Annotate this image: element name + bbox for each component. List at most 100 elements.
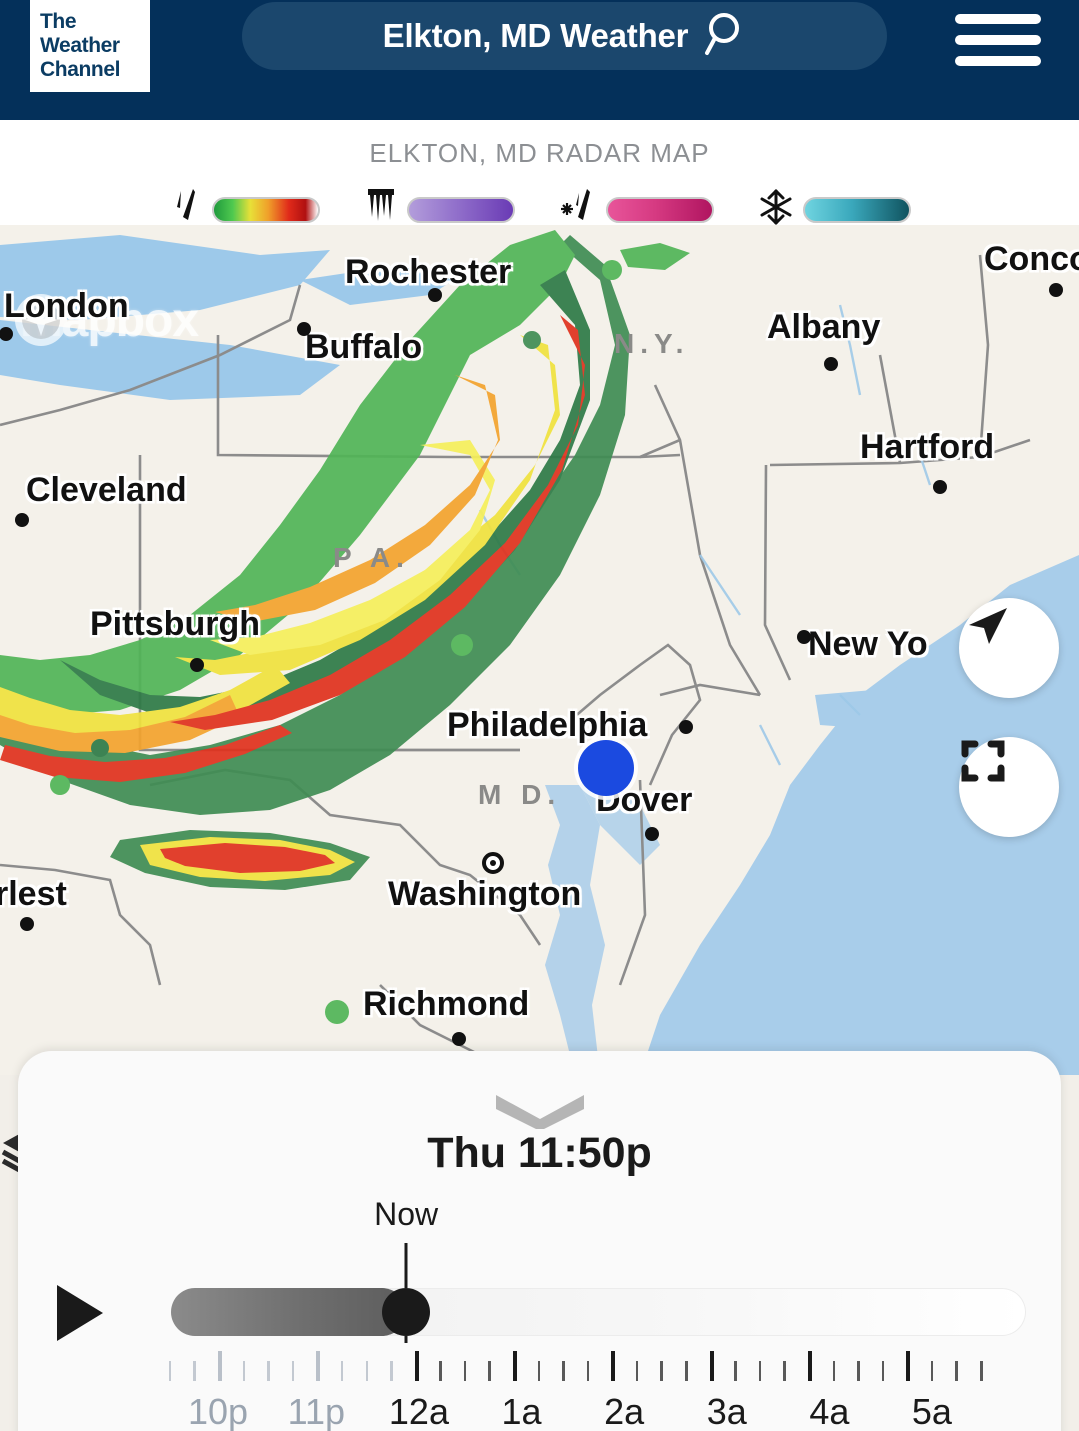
timeline-major-tick — [513, 1351, 517, 1381]
timeline-minor-tick — [832, 1361, 836, 1381]
wintry-mix-color-scale — [605, 196, 714, 223]
locate-button[interactable] — [959, 598, 1059, 698]
timeline-major-tick — [611, 1351, 616, 1381]
weather-channel-logo[interactable]: The Weather Channel — [30, 0, 150, 92]
city-dot — [20, 917, 34, 931]
page-title: ELKTON, MD RADAR MAP — [369, 138, 710, 168]
fullscreen-button[interactable] — [959, 737, 1059, 837]
state-label-md: M D. — [478, 779, 562, 810]
city-label-pittsburgh: Pittsburgh — [90, 605, 260, 643]
current-location-marker[interactable] — [578, 740, 634, 796]
city-label-cleveland: Cleveland — [26, 471, 187, 509]
city-label-washington: Washington — [388, 875, 582, 913]
location-search-bar[interactable]: Elkton, MD Weather — [242, 2, 887, 70]
timeline-minor-tick — [758, 1361, 762, 1381]
logo-line-1: The — [40, 10, 77, 33]
timeline-major-tick — [218, 1351, 223, 1381]
timeline-major-tick — [807, 1351, 812, 1381]
timeline-tick-marks — [168, 1347, 1026, 1381]
city-label-new-yo: New Yo — [808, 625, 928, 663]
timeline-major-tick — [709, 1351, 714, 1381]
timeline-slider-thumb[interactable] — [382, 1288, 431, 1336]
timeline-hour-labels: 10p 11p 12a 1a 2a 3a 4a 5a — [171, 1391, 1026, 1431]
city-dot — [297, 322, 311, 336]
timeline-hour-label: 3a — [706, 1391, 747, 1431]
city-dot — [1049, 283, 1063, 297]
city-dot — [933, 480, 947, 494]
city-dot — [679, 720, 693, 734]
state-label-pa: P A. — [333, 542, 410, 573]
snow-color-scale — [802, 196, 911, 223]
city-dot — [797, 630, 811, 644]
timeline-minor-tick — [930, 1361, 934, 1381]
timeline-minor-tick — [267, 1361, 270, 1381]
current-frame-time: Thu 11:50p — [427, 1129, 652, 1177]
timeline-minor-tick — [857, 1361, 860, 1381]
search-input-value: Elkton, MD Weather — [382, 17, 689, 54]
radar-subheader: ELKTON, MD RADAR MAP — [0, 120, 1079, 225]
timeline-minor-tick — [881, 1361, 885, 1381]
timeline-hour-label: 11p — [287, 1391, 346, 1431]
timeline-minor-tick — [365, 1361, 368, 1381]
timeline-slider-track[interactable] — [171, 1288, 1026, 1336]
city-dot — [190, 658, 204, 672]
timeline-panel: Thu 11:50p Now 10p 11p 12a 1a 2a 3a 4a 5a — [18, 1051, 1061, 1431]
search-icon[interactable] — [704, 11, 746, 62]
city-label-hartford: Hartford — [860, 428, 995, 466]
collapse-panel-button[interactable] — [18, 1089, 1061, 1134]
timeline-minor-tick — [340, 1361, 344, 1381]
timeline-hour-label: 12a — [388, 1391, 449, 1431]
timeline-minor-tick — [685, 1361, 688, 1381]
weather-radar-app: The Weather Channel Elkton, MD Weather E… — [0, 0, 1079, 1431]
timeline-minor-tick — [168, 1361, 172, 1381]
timeline-minor-tick — [980, 1361, 983, 1381]
state-label-ny: N.Y. — [614, 328, 690, 359]
chevron-down-icon — [490, 1089, 590, 1134]
timeline-minor-tick — [390, 1361, 393, 1381]
hamburger-menu-icon[interactable] — [955, 14, 1041, 66]
rain-color-scale — [211, 196, 320, 223]
timeline-hour-label: 5a — [911, 1391, 952, 1431]
city-label-albany: Albany — [767, 308, 881, 346]
timeline-hour-label: 2a — [604, 1391, 645, 1431]
logo-line-2: Weather — [40, 34, 120, 57]
hamburger-bar-1 — [955, 14, 1041, 24]
timeline-major-tick — [906, 1351, 911, 1381]
now-label: Now — [374, 1196, 439, 1232]
timeline-slider-fill — [171, 1288, 407, 1336]
timeline-minor-tick — [193, 1361, 196, 1381]
timeline-minor-tick — [783, 1361, 786, 1381]
city-dot — [15, 513, 29, 527]
city-label-philadelphia: Philadelphia — [447, 706, 648, 744]
timeline-minor-tick — [660, 1361, 663, 1381]
capital-marker-washington — [482, 852, 504, 874]
timeline-minor-tick — [488, 1361, 491, 1381]
timeline-hour-label: 10p — [187, 1391, 249, 1431]
city-dot — [452, 1032, 466, 1046]
timeline-minor-tick — [734, 1361, 737, 1381]
hamburger-bar-3 — [955, 56, 1041, 66]
logo-line-3: Channel — [40, 58, 121, 81]
city-label-conco: Conco — [984, 240, 1079, 278]
city-label-richmond: Richmond — [363, 985, 530, 1023]
city-label-london: London — [4, 287, 129, 325]
timeline-minor-tick — [586, 1361, 590, 1381]
city-dot — [645, 827, 659, 841]
timeline-minor-tick — [955, 1361, 958, 1381]
freezing-rain-color-scale — [406, 196, 515, 223]
play-button[interactable] — [48, 1283, 112, 1347]
hamburger-bar-2 — [955, 35, 1041, 45]
timeline-minor-tick — [291, 1361, 295, 1381]
city-label-buffalo: Buffalo — [305, 328, 423, 366]
timeline-hour-label: 1a — [501, 1391, 542, 1431]
city-label-rlest: rlest — [0, 875, 67, 913]
play-icon — [51, 1281, 109, 1350]
timeline-hour-label: 4a — [809, 1391, 850, 1431]
timeline-minor-tick — [439, 1361, 442, 1381]
timeline-minor-tick — [562, 1361, 565, 1381]
timeline-minor-tick — [242, 1361, 246, 1381]
city-dot — [824, 357, 838, 371]
app-header: The Weather Channel Elkton, MD Weather — [0, 0, 1079, 120]
timeline-minor-tick — [635, 1361, 639, 1381]
timeline-major-tick — [316, 1351, 321, 1381]
